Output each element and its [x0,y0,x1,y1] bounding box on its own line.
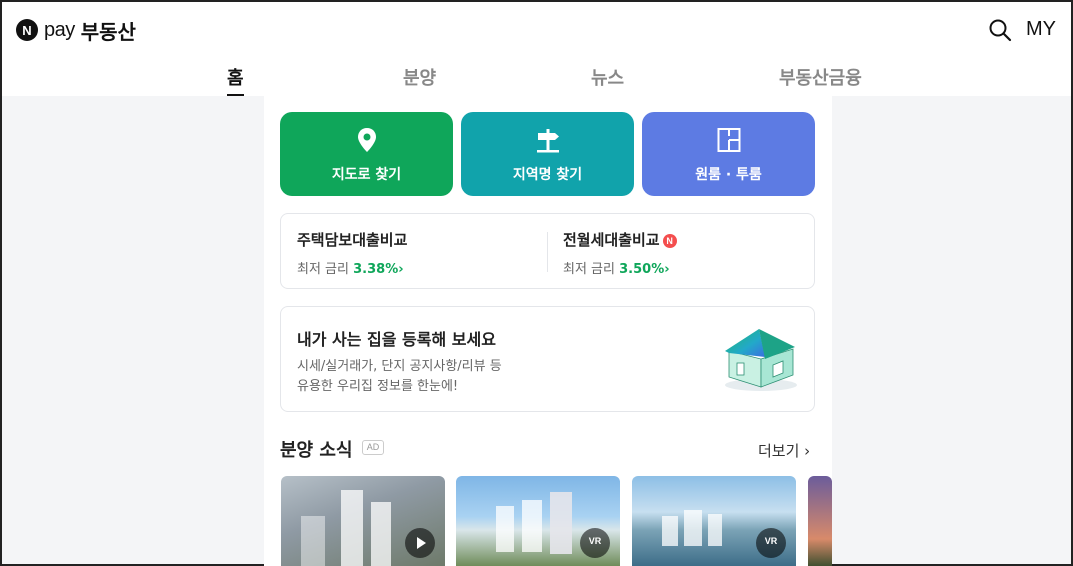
naver-logo-icon: N [16,19,38,41]
register-house-desc: 시세/실거래가, 단지 공지사항/리뷰 등 유용한 우리집 정보를 한눈에! [297,357,502,397]
region-search-label: 지역명 찾기 [512,167,583,183]
chevron-right-icon: › [799,442,811,460]
vr-icon[interactable]: VR [580,528,610,558]
register-house-desc-line2: 유용한 우리집 정보를 한눈에! [297,379,459,394]
signpost-icon [537,129,559,153]
chevron-right-icon: › [664,262,670,277]
mortgage-loan-compare[interactable]: 주택담보대출비교 최저 금리 3.38%› [297,214,537,288]
register-house-desc-line1: 시세/실거래가, 단지 공지사항/리뷰 등 [297,359,502,374]
my-menu-link[interactable]: MY [1026,18,1056,41]
building-shape [341,490,363,566]
new-badge: N [662,234,677,248]
building-shape [496,506,514,552]
jeonse-loan-title: 전월세대출비교 N [563,229,677,250]
rate-label: 최저 금리 [297,262,349,277]
oneroom-tworoom-button[interactable]: 원룸 · 투룸 [642,112,815,196]
presale-card-4[interactable] [808,476,832,566]
building-shape [708,514,722,546]
building-shape [684,510,702,546]
register-house-banner[interactable]: 내가 사는 집을 등록해 보세요 시세/실거래가, 단지 공지사항/리뷰 등 유… [280,306,815,412]
home-content: 지도로 찾기 지역명 찾기 원룸 · 투룸 주택담보대출비교 최저 금리 3.3… [264,96,832,566]
building-shape [301,516,325,566]
rate-value: 3.38% [353,262,399,277]
rate-label: 최저 금리 [563,262,615,277]
presale-section-title: 분양 소식 [280,440,353,461]
presale-card-3[interactable]: VR [632,476,796,566]
loan-compare-card: 주택담보대출비교 최저 금리 3.38%› 전월세대출비교 N 최저 금리 3.5… [280,213,815,289]
map-search-button[interactable]: 지도로 찾기 [280,112,453,196]
mortgage-loan-rate: 최저 금리 3.38%› [297,258,404,277]
tab-presale[interactable]: 분양 [403,64,436,96]
main-tabs: 홈 분양 뉴스 부동산금융 [2,64,1071,96]
tab-finance[interactable]: 부동산금융 [779,64,862,96]
loan-divider [547,232,548,272]
building-shape [550,492,572,554]
jeonse-loan-title-text: 전월세대출비교 [563,231,660,249]
logo-service-name: 부동산 [80,19,136,44]
building-shape [371,502,391,566]
register-house-title: 내가 사는 집을 등록해 보세요 [297,330,496,349]
mortgage-loan-title: 주택담보대출비교 [297,231,408,249]
house-illustration-icon [725,329,797,391]
tab-home[interactable]: 홈 [227,64,244,96]
header: N pay 부동산 MY 홈 분양 뉴스 부동산금융 [2,2,1071,96]
building-shape [522,500,542,552]
region-search-button[interactable]: 지역명 찾기 [461,112,634,196]
floorplan-icon [717,128,741,152]
rate-value: 3.50% [619,262,665,277]
tab-news[interactable]: 뉴스 [591,64,624,96]
building-shape [662,516,678,546]
presale-card-2[interactable]: VR [456,476,620,566]
jeonse-loan-compare[interactable]: 전월세대출비교 N 최저 금리 3.50%› [563,214,803,288]
vr-text: VR [764,536,778,546]
map-search-label: 지도로 찾기 [331,167,402,183]
search-icon[interactable] [988,18,1012,42]
vr-text: VR [588,536,602,546]
presale-card-1[interactable] [281,476,445,566]
play-icon[interactable] [405,528,435,558]
vr-icon[interactable]: VR [756,528,786,558]
logo-pay-text: pay [44,18,75,41]
jeonse-loan-rate: 최저 금리 3.50%› [563,258,670,277]
chevron-right-icon: › [398,262,404,277]
presale-more-link[interactable]: 더보기 › [758,440,810,461]
logo[interactable]: N pay 부동산 [16,16,136,44]
map-pin-icon [358,128,376,152]
oneroom-tworoom-label: 원룸 · 투룸 [695,167,762,183]
more-label: 더보기 [758,442,800,460]
ad-badge: AD [362,440,384,455]
